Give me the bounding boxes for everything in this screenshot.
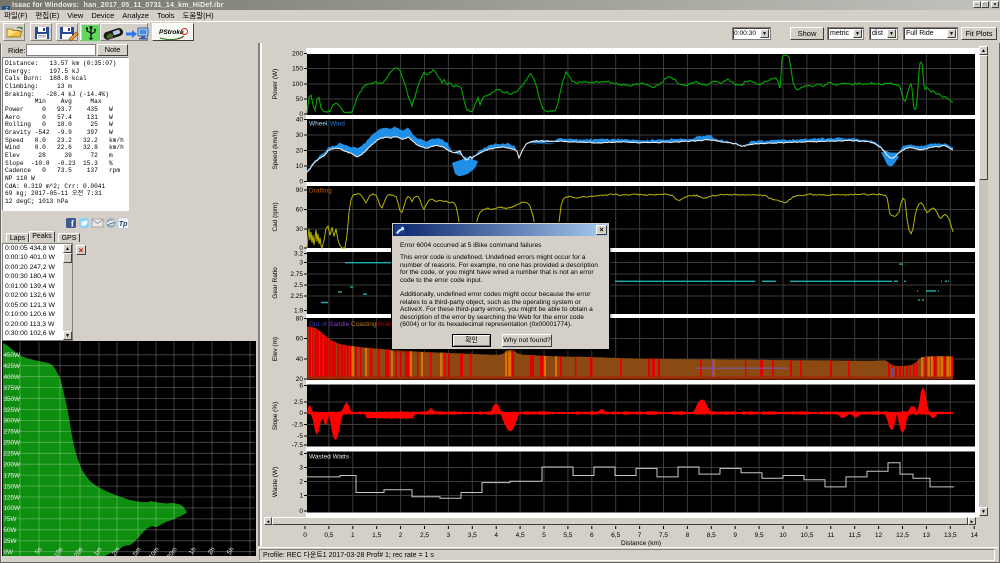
- svg-text:30: 30: [296, 226, 304, 233]
- svg-text:2.25: 2.25: [290, 293, 303, 300]
- svg-text:12: 12: [875, 532, 883, 539]
- svg-text:8: 8: [686, 532, 690, 539]
- svg-text:8,5: 8,5: [707, 532, 716, 539]
- svg-text:4,5: 4,5: [516, 532, 525, 539]
- svg-text:13: 13: [923, 532, 931, 539]
- svg-text:10: 10: [779, 532, 787, 539]
- svg-text:Coasting: Coasting: [351, 321, 377, 328]
- svg-text:Waste (W): Waste (W): [272, 467, 279, 497]
- svg-text:7,5: 7,5: [659, 532, 668, 539]
- svg-text:13,5: 13,5: [944, 532, 957, 539]
- svg-text:2: 2: [299, 479, 303, 486]
- svg-text:Drafting: Drafting: [309, 188, 332, 195]
- svg-text:-5: -5: [297, 433, 303, 440]
- svg-text:-2.5: -2.5: [292, 422, 304, 429]
- svg-text:2.5: 2.5: [294, 282, 303, 289]
- svg-text:3,5: 3,5: [468, 532, 477, 539]
- svg-text:5: 5: [542, 532, 546, 539]
- svg-text:10: 10: [296, 163, 304, 170]
- svg-text:Elev (m): Elev (m): [272, 337, 279, 361]
- svg-text:1: 1: [351, 532, 355, 539]
- svg-text:0: 0: [299, 410, 303, 417]
- svg-text:0: 0: [303, 532, 307, 539]
- svg-text:Wheel: Wheel: [309, 121, 328, 128]
- svg-text:60: 60: [296, 336, 304, 343]
- svg-text:0,5: 0,5: [324, 532, 333, 539]
- svg-text:1.9: 1.9: [294, 308, 303, 315]
- svg-text:20: 20: [296, 148, 304, 155]
- svg-text:2.5: 2.5: [294, 399, 303, 406]
- svg-text:3.2: 3.2: [294, 251, 303, 258]
- svg-text:Power (W): Power (W): [272, 69, 279, 100]
- svg-text:30: 30: [296, 132, 304, 139]
- svg-text:Gear Ratio: Gear Ratio: [272, 267, 279, 299]
- svg-text:3: 3: [299, 465, 303, 472]
- svg-text:4: 4: [299, 451, 303, 458]
- svg-text:40: 40: [296, 117, 304, 124]
- svg-text:9,5: 9,5: [755, 532, 764, 539]
- svg-text:2: 2: [399, 532, 403, 539]
- svg-text:2,5: 2,5: [420, 532, 429, 539]
- svg-text:Distance (km): Distance (km): [621, 540, 661, 547]
- svg-text:90: 90: [296, 187, 304, 194]
- svg-text:0: 0: [299, 508, 303, 515]
- svg-text:6,5: 6,5: [611, 532, 620, 539]
- svg-text:Speed (km/h): Speed (km/h): [272, 130, 279, 169]
- svg-text:1,5: 1,5: [372, 532, 381, 539]
- svg-text:14: 14: [971, 532, 979, 539]
- svg-text:1: 1: [299, 493, 303, 500]
- svg-text:0: 0: [299, 179, 303, 186]
- svg-text:12,5: 12,5: [896, 532, 909, 539]
- svg-text:11: 11: [827, 532, 834, 539]
- svg-text:100: 100: [292, 81, 303, 88]
- svg-text:6: 6: [590, 532, 594, 539]
- svg-text:200: 200: [292, 51, 303, 58]
- svg-text:11,5: 11,5: [849, 532, 862, 539]
- svg-text:80: 80: [296, 316, 304, 323]
- svg-text:3: 3: [447, 532, 451, 539]
- svg-text:Wasted Watts: Wasted Watts: [309, 454, 350, 461]
- svg-text:7: 7: [638, 532, 642, 539]
- svg-text:40: 40: [296, 356, 304, 363]
- svg-text:Saddle: Saddle: [329, 321, 350, 328]
- svg-text:150: 150: [292, 66, 303, 73]
- svg-text:10,5: 10,5: [801, 532, 814, 539]
- svg-text:60: 60: [296, 207, 304, 214]
- svg-text:5,5: 5,5: [563, 532, 572, 539]
- svg-text:4: 4: [494, 532, 498, 539]
- svg-text:-7.5: -7.5: [292, 442, 304, 449]
- svg-text:9: 9: [733, 532, 737, 539]
- svg-text:Wind: Wind: [330, 121, 345, 128]
- svg-text:Cad (rpm): Cad (rpm): [272, 202, 279, 231]
- svg-text:Slope (%): Slope (%): [272, 402, 279, 431]
- svg-text:3: 3: [299, 260, 303, 267]
- svg-text:2.75: 2.75: [290, 271, 303, 278]
- svg-text:50: 50: [296, 96, 304, 103]
- svg-text:6: 6: [299, 383, 303, 390]
- svg-text:Out of: Out of: [309, 321, 327, 328]
